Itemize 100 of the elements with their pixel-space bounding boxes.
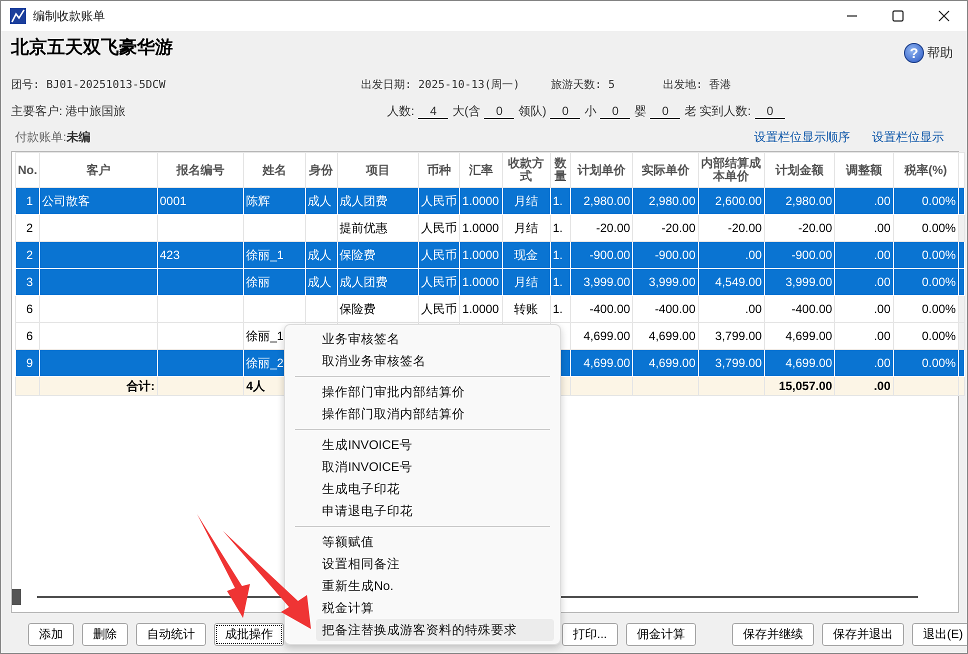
count-field[interactable]: 0: [600, 104, 630, 118]
table-cell: 保险费: [340, 302, 376, 316]
table-cell: .00: [874, 329, 891, 343]
count-field[interactable]: 0: [550, 104, 580, 118]
tour-days: 旅游天数: 5: [551, 76, 663, 92]
table-cell: .00: [874, 275, 891, 289]
table-cell: 1.: [552, 221, 563, 235]
table-cell: -20.00: [596, 221, 630, 235]
total-label: 合计:: [126, 378, 155, 392]
menu-item[interactable]: 申请退电子印花: [316, 500, 554, 522]
column-header[interactable]: 币种: [418, 152, 460, 188]
table-cell: 0.00%: [922, 356, 956, 370]
column-header[interactable]: 姓名: [244, 152, 305, 188]
column-header[interactable]: 计划金额: [764, 152, 835, 188]
toolbar-button[interactable]: 添加: [28, 623, 74, 646]
table-cell: 9: [26, 356, 33, 370]
toolbar-button[interactable]: 退出(E): [912, 623, 967, 646]
table-row[interactable]: 6 保险费 人民币 1.0000 转账 1. -400.00 -400.00 .00 -400.00 .00 0.00%: [16, 296, 964, 322]
toolbar-button[interactable]: 保存并继续: [732, 623, 814, 646]
table-cell: 1.: [552, 302, 563, 316]
count-field[interactable]: 0: [755, 104, 786, 118]
table-cell: 2,600.00: [715, 194, 762, 208]
column-header[interactable]: 报名编号: [157, 152, 244, 188]
column-header[interactable]: 税率(%): [893, 152, 958, 188]
table-cell: 人民币: [421, 248, 458, 262]
table-cell: -900.00: [654, 248, 696, 262]
column-header[interactable]: No.: [16, 152, 40, 188]
column-header[interactable]: 实际单价: [632, 152, 698, 188]
column-header[interactable]: 调整额: [834, 152, 894, 188]
count-field[interactable]: 0: [650, 104, 680, 118]
column-header[interactable]: 汇率: [460, 152, 502, 188]
table-cell: 0.00%: [922, 248, 956, 262]
main-customer: 主要客户: 港中旅国旅: [11, 102, 127, 120]
tour-title: 北京五天双飞豪华游: [11, 36, 173, 59]
table-cell: 成人: [308, 194, 332, 208]
table-cell: 1.0000: [462, 248, 499, 262]
people-label: 大(含: [452, 102, 480, 120]
column-header[interactable]: 客户: [40, 152, 158, 188]
help-icon: ?: [904, 43, 924, 63]
column-header[interactable]: 计划单价: [570, 152, 633, 188]
table-cell: 现金: [514, 248, 538, 262]
menu-item[interactable]: 等额赋值: [316, 531, 554, 553]
table-cell: -400.00: [792, 302, 832, 316]
column-header[interactable]: 内部结算成本单价: [698, 152, 764, 188]
table-cell: 6: [26, 302, 33, 316]
people-label: 小: [584, 102, 596, 120]
count-field[interactable]: 4: [418, 104, 448, 118]
table-cell: 3,799.00: [715, 356, 762, 370]
menu-item[interactable]: 生成电子印花: [316, 478, 554, 500]
table-row[interactable]: 1 公司散客 0001 陈辉 成人 成人团费 人民币 1.0000 月结 1. 2,980.00 2,980.00 2,600.00 2,980.00 .00 0.00%: [16, 188, 964, 214]
table-row[interactable]: 3 徐丽 成人 成人团费 人民币 1.0000 月结 1. 3,999.00 3,999.00 4,549.00 3,999.00 .00 0.00%: [16, 268, 964, 296]
toolbar-button[interactable]: 打印...: [562, 623, 618, 646]
toolbar-button[interactable]: 佣金计算: [626, 623, 696, 646]
table-cell: 成人团费: [340, 274, 388, 288]
menu-item[interactable]: 把备注替换成游客资料的特殊要求: [316, 619, 554, 641]
total-adjustment: .00: [874, 379, 891, 393]
column-header[interactable]: 数量: [550, 152, 570, 188]
table-cell: 成人: [308, 274, 332, 288]
settings-link[interactable]: 设置栏位显示顺序: [754, 128, 850, 146]
table-cell: 月结: [514, 194, 538, 208]
table-cell: 4,699.00: [583, 329, 630, 343]
table-row[interactable]: 2 423 徐丽_1 成人 保险费 人民币 1.0000 现金 1. -900.00 -900.00 .00 -900.00 .00 0.00%: [16, 242, 964, 268]
toolbar-button[interactable]: 删除: [82, 623, 128, 646]
table-cell: 3: [26, 275, 33, 289]
menu-item[interactable]: 取消INVOICE号: [316, 456, 554, 478]
table-cell: .00: [874, 194, 891, 208]
menu-item[interactable]: 取消业务审核签名: [316, 350, 554, 372]
table-cell: 保险费: [340, 248, 376, 262]
total-amount: 15,057.00: [778, 379, 832, 393]
table-cell: 0001: [160, 194, 186, 208]
table-cell: .00: [874, 221, 891, 235]
table-cell: 人民币: [421, 220, 458, 234]
menu-item[interactable]: 设置相同备注: [316, 553, 554, 575]
table-cell: -20.00: [728, 221, 762, 235]
settings-link[interactable]: 设置栏位显示: [872, 128, 944, 146]
menu-item[interactable]: 重新生成No.: [316, 575, 554, 597]
table-cell: 成人: [308, 248, 332, 262]
table-cell: .00: [874, 302, 891, 316]
column-header[interactable]: 身份: [305, 152, 338, 188]
group-number: 团号: BJ01-20251013-5DCW: [11, 76, 166, 92]
table-cell: .00: [745, 248, 762, 262]
toolbar-button[interactable]: 成批操作: [214, 623, 284, 646]
count-field[interactable]: 0: [484, 104, 514, 118]
maximize-icon[interactable]: [892, 10, 904, 22]
menu-item[interactable]: 业务审核签名: [316, 328, 554, 350]
column-header[interactable]: 收款方式: [502, 152, 550, 188]
table-cell: 人民币: [421, 194, 458, 208]
table-cell: 423: [160, 248, 180, 262]
table-cell: 月结: [514, 274, 538, 288]
table-cell: -400.00: [589, 302, 630, 316]
table-cell: 人民币: [421, 302, 458, 316]
close-icon[interactable]: [938, 10, 950, 22]
column-header[interactable]: 项目: [337, 152, 419, 188]
menu-item[interactable]: 操作部门取消内部结算价: [316, 403, 554, 425]
menu-item[interactable]: 生成INVOICE号: [316, 434, 554, 456]
toolbar-button[interactable]: 自动统计: [136, 623, 206, 646]
menu-item[interactable]: 操作部门审批内部结算价: [316, 381, 554, 403]
menu-item[interactable]: 税金计算: [316, 597, 554, 619]
help-button[interactable]: ? 帮助: [904, 43, 953, 63]
toolbar-button[interactable]: 保存并退出: [822, 623, 904, 646]
